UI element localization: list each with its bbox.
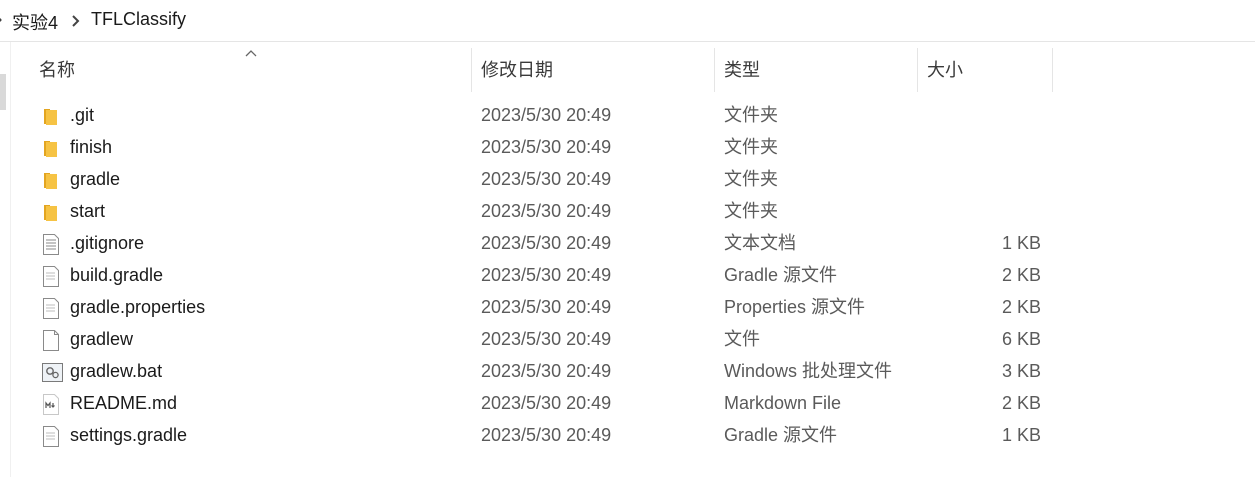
file-type: 文件夹 xyxy=(724,137,778,157)
navigation-pane-scrollbar[interactable] xyxy=(0,74,6,110)
file-row[interactable]: finish 2023/5/30 20:49 文件夹 xyxy=(30,131,1053,163)
file-size: 1 KB xyxy=(1001,233,1041,253)
text-document-icon xyxy=(42,233,60,255)
source-file-icon xyxy=(42,297,60,319)
column-header-name[interactable]: 名称 xyxy=(30,48,471,92)
column-header-size[interactable]: 大小 xyxy=(918,48,1052,92)
file-type: 文件夹 xyxy=(724,169,778,189)
column-divider[interactable] xyxy=(1052,48,1053,92)
folder-icon xyxy=(42,137,60,158)
file-type: Markdown File xyxy=(724,393,842,413)
file-row[interactable]: README.md 2023/5/30 20:49 Markdown File … xyxy=(30,387,1053,419)
file-name[interactable]: finish xyxy=(70,131,112,163)
column-header-type[interactable]: 类型 xyxy=(715,48,917,92)
file-list: .git 2023/5/30 20:49 文件夹 finish 2023/5/3… xyxy=(30,99,1053,451)
pane-divider xyxy=(10,42,11,477)
chevron-right-icon[interactable] xyxy=(69,12,83,30)
file-type: Windows 批处理文件 xyxy=(724,361,893,381)
breadcrumb-item-parent[interactable]: 实验4 xyxy=(12,9,58,35)
markdown-file-icon xyxy=(42,393,60,415)
file-modified-date: 2023/5/30 20:49 xyxy=(481,265,612,285)
source-file-icon xyxy=(42,425,60,447)
file-row[interactable]: gradle 2023/5/30 20:49 文件夹 xyxy=(30,163,1053,195)
file-name[interactable]: gradle.properties xyxy=(70,291,205,323)
file-type: Gradle 源文件 xyxy=(724,425,838,445)
file-name[interactable]: settings.gradle xyxy=(70,419,187,451)
file-size: 2 KB xyxy=(1001,265,1041,285)
file-size: 1 KB xyxy=(1001,425,1041,445)
folder-icon xyxy=(42,201,60,222)
file-modified-date: 2023/5/30 20:49 xyxy=(481,105,612,125)
file-row[interactable]: gradle.properties 2023/5/30 20:49 Proper… xyxy=(30,291,1053,323)
file-modified-date: 2023/5/30 20:49 xyxy=(481,361,612,381)
batch-file-icon xyxy=(42,361,63,382)
file-type: 文件 xyxy=(724,329,760,349)
file-name[interactable]: build.gradle xyxy=(70,259,163,291)
file-row[interactable]: gradlew.bat 2023/5/30 20:49 Windows 批处理文… xyxy=(30,355,1053,387)
breadcrumb-chevron-icon[interactable]: › xyxy=(0,11,2,29)
file-size: 3 KB xyxy=(1001,361,1041,381)
file-modified-date: 2023/5/30 20:49 xyxy=(481,393,612,413)
folder-icon xyxy=(42,169,60,190)
file-name[interactable]: gradlew.bat xyxy=(70,355,162,387)
file-size: 6 KB xyxy=(1001,329,1041,349)
file-name[interactable]: README.md xyxy=(70,387,177,419)
file-name[interactable]: .gitignore xyxy=(70,227,144,259)
file-type: Properties 源文件 xyxy=(724,297,866,317)
file-type: 文件夹 xyxy=(724,105,778,125)
file-modified-date: 2023/5/30 20:49 xyxy=(481,329,612,349)
file-row[interactable]: settings.gradle 2023/5/30 20:49 Gradle 源… xyxy=(30,419,1053,451)
file-modified-date: 2023/5/30 20:49 xyxy=(481,201,612,221)
file-explorer-window: › 实验4 TFLClassify 名称 修改日期 类型 大小 .git 202… xyxy=(0,0,1255,477)
file-name[interactable]: gradle xyxy=(70,163,120,195)
file-modified-date: 2023/5/30 20:49 xyxy=(481,297,612,317)
column-header-row: 名称 修改日期 类型 大小 xyxy=(30,48,1053,92)
file-modified-date: 2023/5/30 20:49 xyxy=(481,169,612,189)
file-row[interactable]: .git 2023/5/30 20:49 文件夹 xyxy=(30,99,1053,131)
file-row[interactable]: build.gradle 2023/5/30 20:49 Gradle 源文件 … xyxy=(30,259,1053,291)
file-size: 2 KB xyxy=(1001,297,1041,317)
blank-file-icon xyxy=(42,329,60,351)
file-name[interactable]: gradlew xyxy=(70,323,133,355)
file-type: Gradle 源文件 xyxy=(724,265,838,285)
folder-icon xyxy=(42,105,60,126)
file-modified-date: 2023/5/30 20:49 xyxy=(481,233,612,253)
file-name[interactable]: .git xyxy=(70,99,94,131)
file-modified-date: 2023/5/30 20:49 xyxy=(481,425,612,445)
file-size: 2 KB xyxy=(1001,393,1041,413)
column-header-date[interactable]: 修改日期 xyxy=(472,48,714,92)
file-type: 文本文档 xyxy=(724,233,796,253)
breadcrumb-item-current[interactable]: TFLClassify xyxy=(91,9,186,30)
file-type: 文件夹 xyxy=(724,201,778,221)
file-row[interactable]: .gitignore 2023/5/30 20:49 文本文档 1 KB xyxy=(30,227,1053,259)
breadcrumb: › 实验4 TFLClassify xyxy=(0,0,1255,42)
file-name[interactable]: start xyxy=(70,195,105,227)
file-row[interactable]: gradlew 2023/5/30 20:49 文件 6 KB xyxy=(30,323,1053,355)
file-row[interactable]: start 2023/5/30 20:49 文件夹 xyxy=(30,195,1053,227)
source-file-icon xyxy=(42,265,60,287)
file-modified-date: 2023/5/30 20:49 xyxy=(481,137,612,157)
